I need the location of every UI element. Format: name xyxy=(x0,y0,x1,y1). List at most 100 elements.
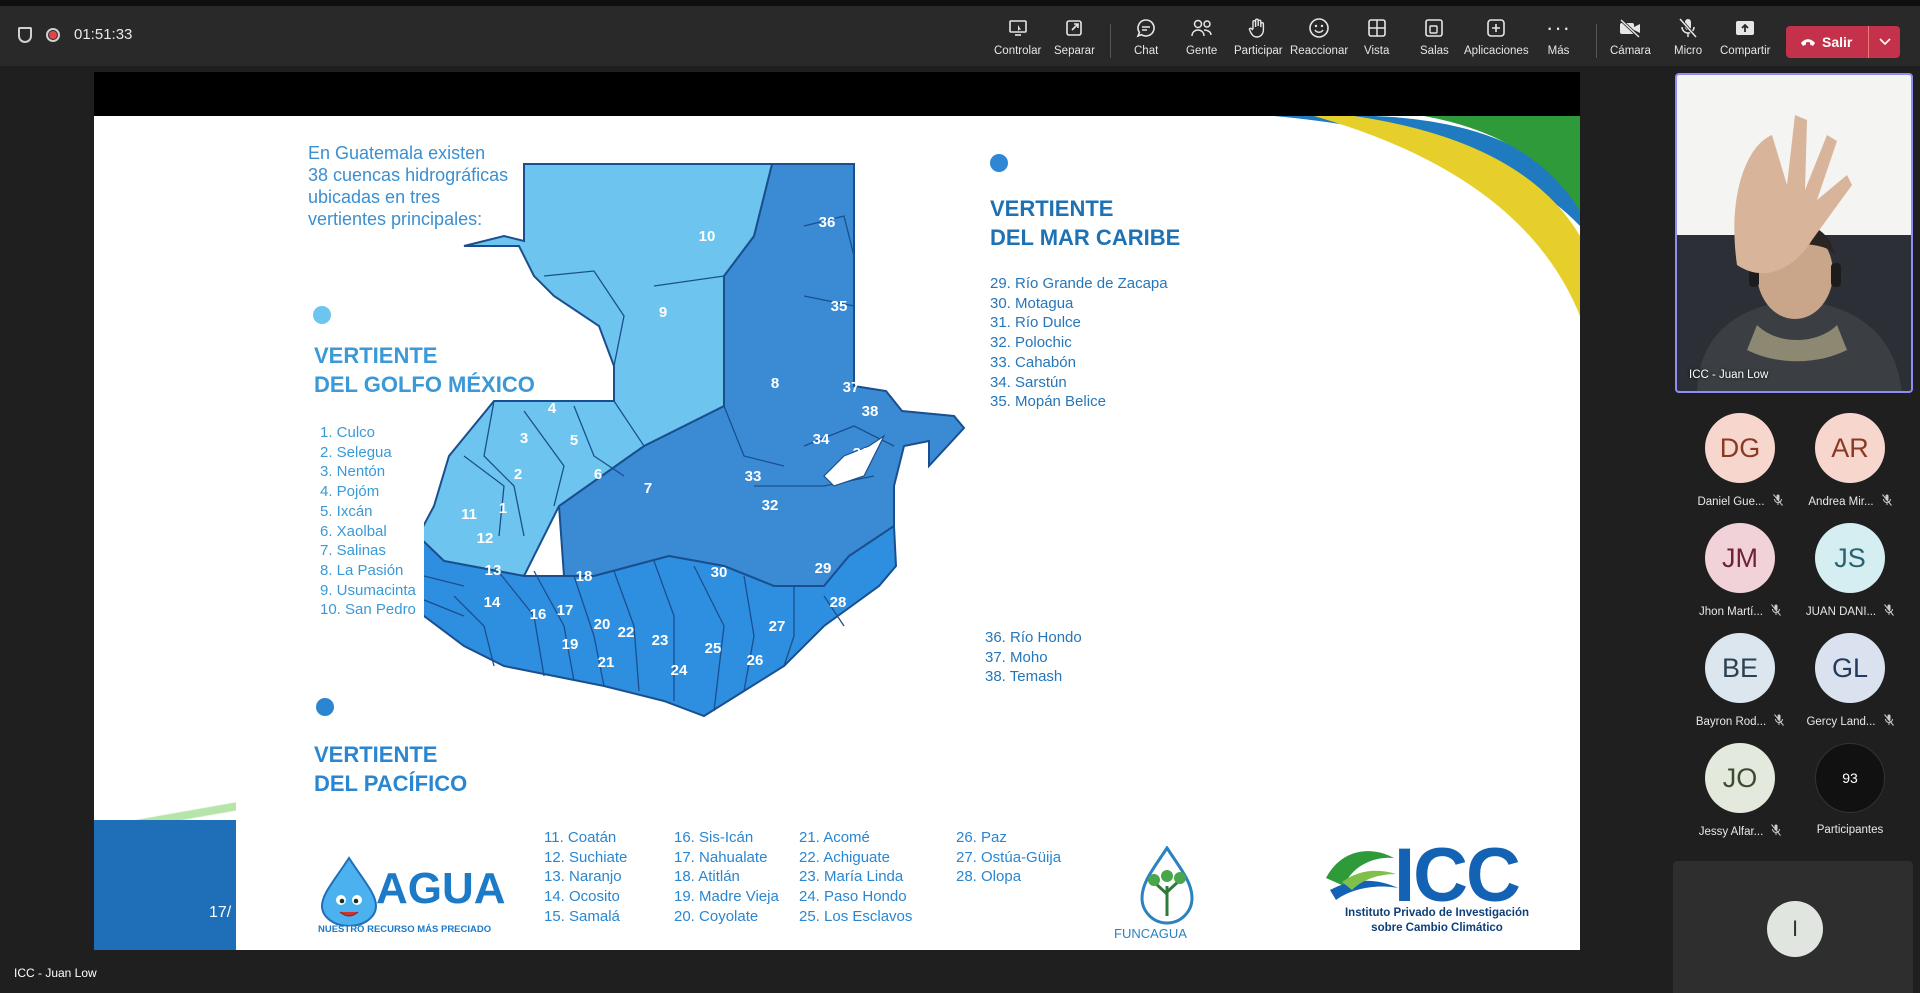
add-apps-icon xyxy=(1486,16,1506,40)
participant-name: JUAN DANI... xyxy=(1795,604,1905,619)
basin-list-item: 26. Paz xyxy=(956,829,1007,846)
presenter-video[interactable]: ICC - Juan Low xyxy=(1675,73,1913,393)
participant-tile[interactable]: AR Andrea Mir... xyxy=(1795,413,1905,509)
shield-icon[interactable] xyxy=(18,26,32,43)
participant-tile[interactable]: DG Daniel Gue... xyxy=(1685,413,1795,509)
pop-out-icon xyxy=(1064,16,1084,40)
basin-list-item: 21. Acomé xyxy=(799,829,870,846)
participant-name: Participantes xyxy=(1795,824,1905,836)
basin-list-item: 6. Xaolbal xyxy=(320,522,387,540)
participant-tile[interactable]: JS JUAN DANI... xyxy=(1795,523,1905,619)
basin-number-label: 29 xyxy=(815,560,832,577)
basin-number-label: 34 xyxy=(813,431,830,448)
basin-number-label: 22 xyxy=(618,624,635,641)
golfo-bullet xyxy=(313,306,331,324)
basin-list-item: 18. Atitlán xyxy=(674,868,740,886)
control-button[interactable]: Controlar xyxy=(994,16,1041,64)
camera-button[interactable]: Cámara xyxy=(1610,16,1651,64)
grid-view-icon xyxy=(1367,16,1387,40)
apps-button[interactable]: Aplicaciones xyxy=(1464,16,1529,64)
basin-list-item: 17. Nahualate xyxy=(674,848,768,866)
basin-number-label: 27 xyxy=(769,618,786,635)
people-icon xyxy=(1190,16,1214,40)
basin-number-label: 9 xyxy=(659,304,667,321)
basin-list-item: 25. Los Esclavos xyxy=(799,907,913,925)
leave-options-button[interactable] xyxy=(1868,26,1900,58)
participant-tile[interactable]: BE Bayron Rod... xyxy=(1685,633,1795,729)
basin-list-item: 23. María Linda xyxy=(799,868,904,886)
icc-leaf-icon xyxy=(1326,851,1398,900)
mic-off-icon xyxy=(1771,604,1781,619)
participant-name: Jhon Martí... xyxy=(1685,604,1795,619)
react-button[interactable]: Reaccionar xyxy=(1290,16,1348,64)
participant-name-text: JUAN DANI... xyxy=(1805,605,1877,618)
basin-list-item: 27. Ostúa-Güija xyxy=(956,848,1062,866)
recording-icon xyxy=(46,27,60,42)
leave-button-group: Salir xyxy=(1786,26,1900,58)
water-drop-mascot-icon xyxy=(320,856,378,926)
participant-name-text: Gercy Land... xyxy=(1806,715,1876,728)
chat-button[interactable]: Chat xyxy=(1134,16,1158,64)
toolbar-divider xyxy=(1596,24,1597,58)
basin-list-item: 19. Madre Vieja xyxy=(674,888,779,906)
more-button[interactable]: ··· Más xyxy=(1546,15,1571,64)
participant-tile[interactable]: JO Jessy Alfar... xyxy=(1685,743,1795,839)
mic-off-icon xyxy=(1774,714,1785,729)
leave-button[interactable]: Salir xyxy=(1786,34,1868,50)
meeting-timer: 01:51:33 xyxy=(74,26,133,43)
pacifico-basin-list: 26. Paz 27. Ostúa-Güija 28. Olopa xyxy=(956,828,1061,887)
share-screen-icon xyxy=(1734,16,1756,40)
basin-list-item: 22. Achiguate xyxy=(799,848,890,866)
basin-list-item: 11. Coatán xyxy=(544,829,617,846)
pop-out-button[interactable]: Separar xyxy=(1054,16,1095,64)
basin-number-label: 7 xyxy=(644,480,652,497)
mic-button[interactable]: Micro xyxy=(1674,16,1702,64)
participant-name: Gercy Land... xyxy=(1795,714,1905,729)
all-participants-tile[interactable]: 93 Participantes xyxy=(1795,743,1905,836)
video-name-label: ICC - Juan Low xyxy=(1689,369,1769,381)
participant-tile[interactable]: GL Gercy Land... xyxy=(1795,633,1905,729)
avatar: JM xyxy=(1705,523,1775,593)
chevron-down-icon xyxy=(1878,35,1891,49)
raise-hand-button[interactable]: Participar xyxy=(1234,16,1283,64)
basin-number-label: 10 xyxy=(699,228,716,245)
participant-name-text: Andrea Mir... xyxy=(1808,495,1874,508)
participant-tile-bottom[interactable]: I xyxy=(1673,861,1913,993)
mic-off-icon xyxy=(1883,714,1894,729)
share-button[interactable]: Compartir xyxy=(1720,16,1770,64)
basin-number-label: 21 xyxy=(598,654,615,671)
camera-off-icon xyxy=(1618,16,1642,40)
smiley-icon xyxy=(1308,16,1330,40)
participant-name: Andrea Mir... xyxy=(1795,494,1905,509)
participant-tile[interactable]: JM Jhon Martí... xyxy=(1685,523,1795,619)
mic-off-icon xyxy=(1881,494,1892,509)
raise-hand-icon xyxy=(1247,16,1269,40)
participant-name-text: Jessy Alfar... xyxy=(1698,825,1764,838)
agua-logo: AGUA NUESTRO RECURSO MÁS PRECIADO xyxy=(314,856,514,944)
basin-number-label: 37 xyxy=(843,379,860,396)
participant-name-text: Bayron Rod... xyxy=(1695,715,1767,728)
avatar: 93 xyxy=(1815,743,1885,813)
basin-number-label: 18 xyxy=(576,568,593,585)
avatar: GL xyxy=(1815,633,1885,703)
decorative-arcs xyxy=(1274,116,1580,316)
participant-name-text: Daniel Gue... xyxy=(1697,495,1765,508)
breakout-rooms-button[interactable]: Salas xyxy=(1420,16,1449,64)
basin-number-label: 25 xyxy=(705,640,722,657)
avatar: BE xyxy=(1705,633,1775,703)
basin-number-label: 31 xyxy=(853,445,870,462)
mic-off-icon xyxy=(1771,824,1782,839)
people-button[interactable]: Gente xyxy=(1186,16,1217,64)
pacifico-bullet xyxy=(316,698,334,716)
basin-number-label: 36 xyxy=(819,214,836,231)
basin-number-label: 16 xyxy=(530,606,547,623)
slide-number: 17/ xyxy=(209,904,232,921)
funcagua-logo: FUNCAGUA xyxy=(1114,846,1224,946)
share-control-icon xyxy=(1008,16,1028,40)
view-button[interactable]: Vista xyxy=(1364,16,1389,64)
basin-number-label: 12 xyxy=(477,530,494,547)
participant-name: Daniel Gue... xyxy=(1685,494,1795,509)
presenter-video-frame xyxy=(1677,75,1911,391)
basin-list-item: 24. Paso Hondo xyxy=(799,888,907,906)
basin-list-item: 13. Naranjo xyxy=(544,868,622,886)
